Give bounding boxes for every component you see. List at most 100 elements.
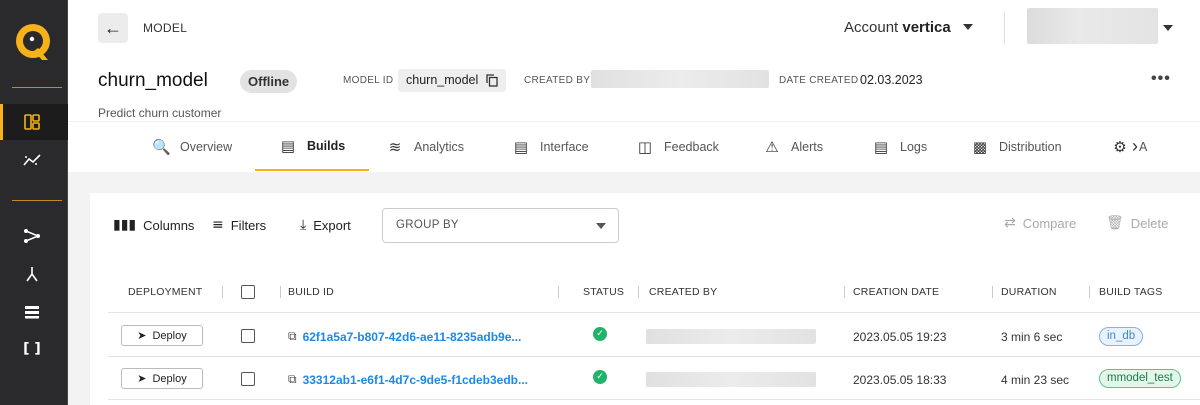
row-checkbox[interactable]: [241, 372, 255, 386]
build-id-link[interactable]: ⧉ 62f1a5a7-b807-42d6-ae11-8235adb9e...: [288, 329, 521, 344]
tab-bar: 🔍 Overview ▤ Builds ≋ Analytics ▤ Interface …: [68, 121, 1200, 171]
sidebar-divider: [12, 87, 62, 88]
chevron-down-icon[interactable]: [963, 24, 973, 30]
export-label: Export: [313, 217, 351, 233]
model-id-label: MODEL ID: [343, 75, 394, 86]
deploy-button[interactable]: ➤ Deploy: [121, 368, 203, 389]
header-divider: [1004, 12, 1005, 44]
more-options-icon[interactable]: •••: [1151, 70, 1171, 88]
build-tag[interactable]: mmodel_test: [1099, 369, 1181, 388]
column-header-build-tags[interactable]: BUILD TAGS: [1099, 286, 1162, 298]
filters-label: Filters: [230, 217, 267, 233]
automation-icon: ⚙: [1113, 137, 1127, 156]
brackets-icon[interactable]: [ ]: [22, 339, 42, 359]
breadcrumb: MODEL: [143, 21, 188, 35]
pipeline-icon[interactable]: [22, 226, 42, 246]
column-header-creation-date[interactable]: CREATION DATE: [853, 286, 939, 298]
merge-icon[interactable]: [22, 264, 42, 284]
row-checkbox[interactable]: [241, 329, 255, 343]
rocket-icon: ➤: [137, 329, 147, 342]
sidebar: [ ]: [0, 0, 68, 405]
column-header-build-id[interactable]: BUILD ID: [288, 286, 334, 298]
tab-overview[interactable]: 🔍 Overview: [152, 122, 232, 171]
tab-logs[interactable]: ▤ Logs: [872, 122, 927, 171]
build-tag[interactable]: in_db: [1099, 327, 1144, 346]
download-icon: ⤓: [300, 217, 307, 233]
date-created-label: DATE CREATED: [779, 75, 859, 86]
logs-icon: ▤: [873, 137, 889, 156]
created-by-label: CREATED BY: [524, 75, 591, 86]
back-button[interactable]: ←: [98, 13, 128, 43]
column-header-deployment[interactable]: DEPLOYMENT: [128, 286, 202, 298]
tab-label: Alerts: [791, 139, 823, 154]
account-name: vertica: [902, 19, 951, 36]
chevron-down-icon[interactable]: [1163, 25, 1173, 31]
column-divider: [1089, 286, 1090, 298]
delete-label: Delete: [1130, 215, 1169, 231]
group-by-select[interactable]: GROUP BY: [382, 208, 619, 243]
column-divider: [844, 286, 845, 298]
column-header-duration[interactable]: DURATION: [1001, 286, 1057, 298]
analytics-nav-icon[interactable]: [22, 150, 42, 170]
interface-icon: ▤: [513, 137, 529, 156]
page-title: churn_model: [98, 70, 208, 91]
columns-icon: ▮▮▮: [113, 217, 137, 233]
copy-icon[interactable]: ⧉: [288, 329, 297, 344]
tab-alerts[interactable]: ⚠ Alerts: [763, 122, 823, 171]
chevron-down-icon: [596, 223, 606, 229]
column-divider: [638, 286, 639, 298]
model-id-field[interactable]: churn_model: [398, 69, 507, 92]
build-id-link[interactable]: ⧉ 33312ab1-e6f1-4d7c-9de5-f1cdeb3edb...: [288, 372, 528, 387]
rocket-icon: ➤: [137, 372, 147, 385]
status-success-icon: ✓: [593, 327, 607, 341]
tab-label: Interface: [540, 139, 589, 154]
copy-icon[interactable]: ⧉: [288, 372, 297, 387]
account-label: Account: [844, 19, 899, 36]
created-by-value: [591, 70, 769, 88]
builds-icon: ▤: [280, 136, 296, 155]
columns-button[interactable]: ▮▮▮ Columns: [113, 217, 194, 233]
tab-feedback[interactable]: ◫ Feedback: [636, 122, 719, 171]
tab-distribution[interactable]: ▩ Distribution: [971, 122, 1062, 171]
select-all-checkbox[interactable]: [241, 285, 255, 299]
status-badge: Offline: [240, 70, 298, 93]
models-icon[interactable]: [22, 112, 42, 132]
tab-label: Builds: [307, 138, 346, 153]
tab-analytics[interactable]: ≋ Analytics: [386, 122, 464, 171]
creation-date-cell: 2023.05.05 19:23: [853, 330, 947, 344]
tab-builds[interactable]: ▤ Builds: [255, 122, 370, 171]
feedback-icon: ◫: [637, 137, 653, 156]
compare-label: Compare: [1022, 215, 1077, 231]
compare-button[interactable]: ⇄ Compare: [1004, 215, 1076, 231]
filters-button[interactable]: ≡ Filters: [212, 217, 266, 233]
copy-icon[interactable]: [486, 74, 498, 87]
logo-icon[interactable]: [14, 22, 52, 62]
status-success-icon: ✓: [593, 370, 607, 384]
tab-label: Logs: [900, 139, 928, 154]
tab-label: Analytics: [414, 139, 465, 154]
overview-icon: 🔍: [152, 137, 171, 156]
tab-interface[interactable]: ▤ Interface: [512, 122, 589, 171]
duration-cell: 3 min 6 sec: [1001, 330, 1063, 344]
user-menu[interactable]: [1027, 8, 1158, 44]
delete-button[interactable]: 🗑 Delete: [1106, 215, 1168, 231]
tab-automation[interactable]: ⚙ A: [1111, 122, 1147, 171]
chevron-right-icon[interactable]: ›: [1132, 136, 1138, 157]
deploy-button[interactable]: ➤ Deploy: [121, 325, 203, 346]
filter-icon: ≡: [212, 217, 224, 233]
build-id-text: 33312ab1-e6f1-4d7c-9de5-f1cdeb3edb...: [302, 372, 529, 387]
arrow-left-icon: ←: [104, 17, 122, 38]
deploy-label: Deploy: [152, 372, 187, 385]
column-header-created-by[interactable]: CREATED BY: [649, 286, 717, 298]
tab-label: Distribution: [999, 139, 1062, 154]
created-by-cell: [646, 329, 816, 344]
account-selector[interactable]: Account vertica: [844, 19, 951, 36]
table-divider: [108, 356, 1200, 357]
column-header-status[interactable]: STATUS: [583, 286, 624, 298]
build-id-text: 62f1a5a7-b807-42d6-ae11-8235adb9e...: [302, 329, 522, 344]
list-icon[interactable]: [22, 302, 42, 322]
export-button[interactable]: ⤓ Export: [300, 217, 351, 233]
tab-label: Overview: [180, 139, 233, 154]
trash-icon: 🗑: [1106, 215, 1124, 231]
column-divider: [992, 286, 993, 298]
